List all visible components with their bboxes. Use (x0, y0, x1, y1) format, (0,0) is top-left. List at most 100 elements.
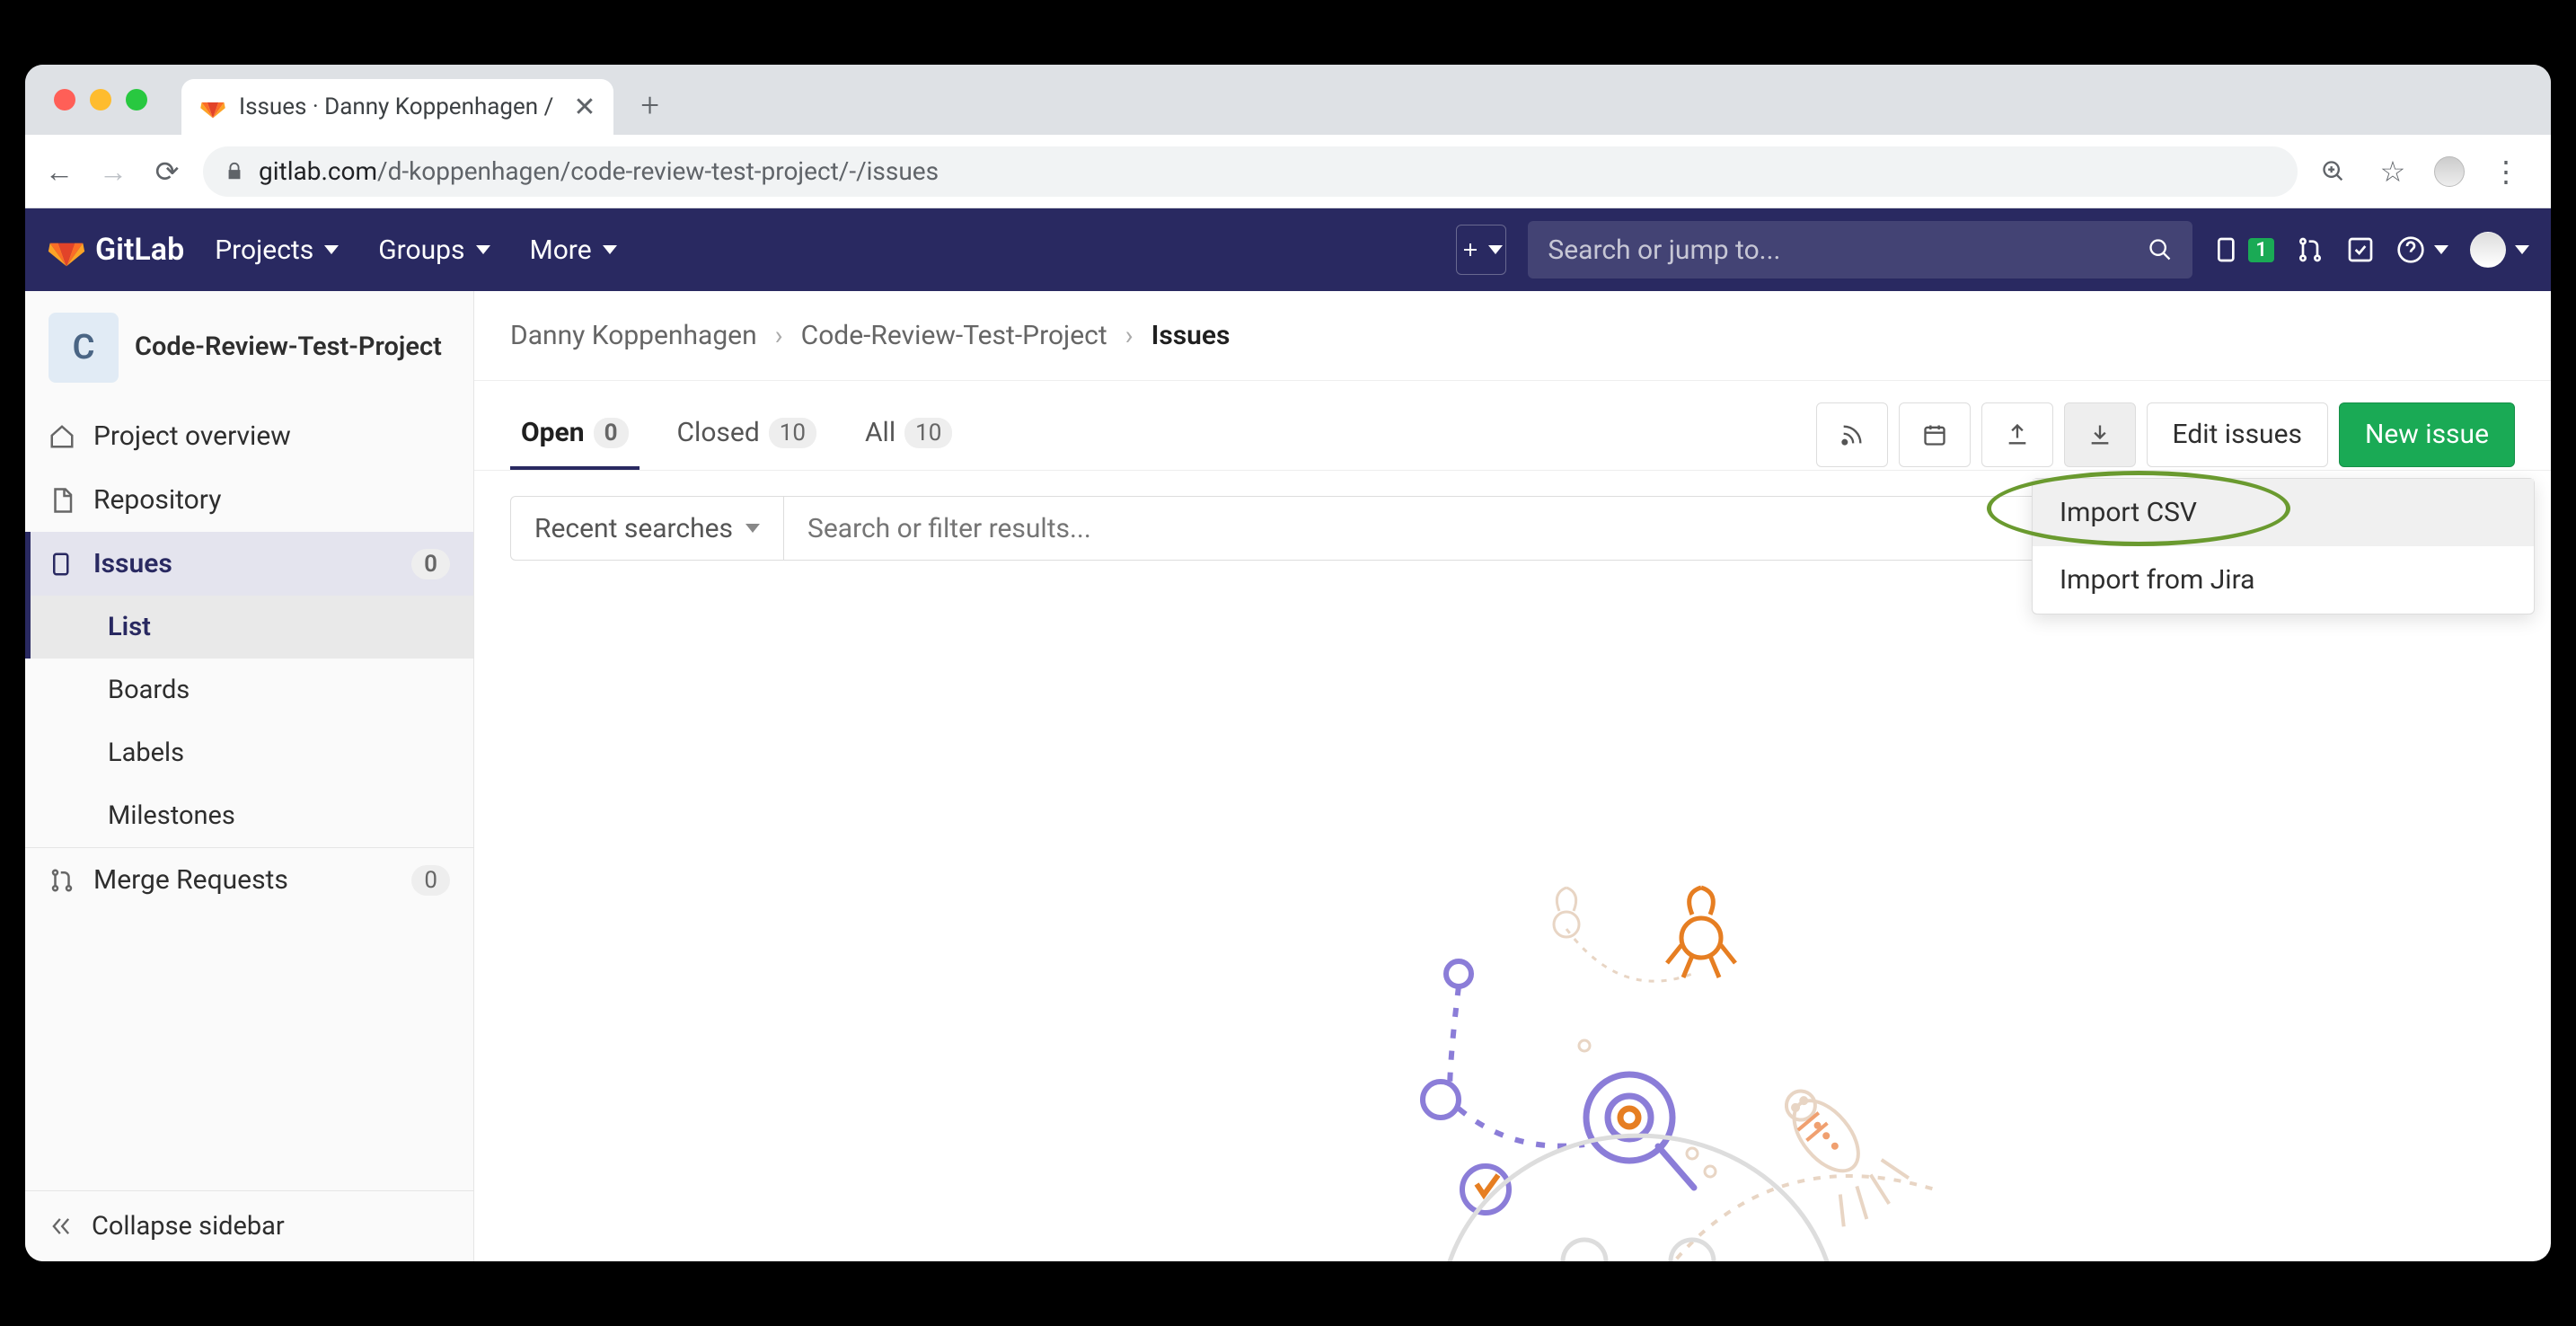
sidebar-item-merge-requests[interactable]: Merge Requests 0 (25, 847, 473, 912)
sidebar-count-badge: 0 (411, 549, 450, 579)
export-icon (2005, 422, 2030, 447)
sidebar-sub-milestones[interactable]: Milestones (25, 784, 473, 847)
sidebar-count-badge: 0 (411, 865, 450, 896)
new-button[interactable] (1456, 225, 1506, 275)
issues-icon (2214, 235, 2243, 264)
sidebar-item-issues[interactable]: Issues 0 (25, 532, 473, 596)
plus-icon (1460, 239, 1481, 261)
search-input[interactable] (1548, 234, 2135, 266)
sidebar-sub-labels[interactable]: Labels (25, 721, 473, 784)
page-body: C Code-Review-Test-Project Project overv… (25, 291, 2551, 1261)
gitlab-header: GitLab Projects Groups More 1 (25, 208, 2551, 291)
chevron-down-icon (324, 245, 339, 254)
new-tab-button[interactable]: + (640, 86, 658, 124)
import-jira-item[interactable]: Import from Jira (2033, 546, 2534, 614)
breadcrumb-page: Issues (1151, 320, 1231, 351)
header-issues-icon[interactable]: 1 (2214, 235, 2274, 264)
sidebar: C Code-Review-Test-Project Project overv… (25, 291, 474, 1261)
tab-open[interactable]: Open0 (510, 399, 640, 470)
avatar (2470, 232, 2506, 268)
forward-button[interactable]: → (95, 154, 131, 190)
browser-menu-icon[interactable]: ⋮ (2488, 154, 2524, 190)
calendar-icon (1922, 422, 1947, 447)
header-user-menu[interactable] (2470, 232, 2529, 268)
rss-button[interactable] (1816, 402, 1888, 467)
browser-profile-avatar[interactable] (2434, 156, 2465, 187)
tab-closed[interactable]: Closed10 (666, 399, 827, 470)
browser-window: Issues · Danny Koppenhagen / ✕ + ← → ⟳ g… (25, 65, 2551, 1261)
url-bar[interactable]: gitlab.com/d-koppenhagen/code-review-tes… (203, 146, 2298, 197)
nav-groups[interactable]: Groups (369, 234, 498, 266)
issues-toolbar: Open0 Closed10 All10 Edit issues New iss… (474, 381, 2551, 471)
tab-count-badge: 10 (769, 418, 816, 448)
gitlab-favicon-icon (199, 93, 226, 120)
new-issue-button[interactable]: New issue (2339, 402, 2515, 467)
rss-icon (1839, 422, 1865, 447)
browser-tab[interactable]: Issues · Danny Koppenhagen / ✕ (181, 79, 613, 135)
sidebar-item-label: Merge Requests (93, 864, 288, 896)
issue-state-tabs: Open0 Closed10 All10 (510, 399, 963, 470)
chevron-right-icon: › (775, 320, 783, 351)
address-bar: ← → ⟳ gitlab.com/d-koppenhagen/code-revi… (25, 135, 2551, 208)
collapse-sidebar-button[interactable]: Collapse sidebar (25, 1190, 473, 1261)
close-window-button[interactable] (54, 89, 75, 110)
project-avatar: C (49, 313, 119, 383)
merge-request-icon (2296, 235, 2325, 264)
gitlab-logo[interactable]: GitLab (47, 230, 184, 270)
search-icon (2148, 237, 2173, 262)
global-search[interactable] (1528, 221, 2192, 278)
reload-button[interactable]: ⟳ (149, 154, 185, 190)
sidebar-item-label: Issues (93, 548, 172, 579)
header-todos-icon[interactable] (2346, 235, 2375, 264)
url-text: gitlab.com/d-koppenhagen/code-review-tes… (259, 156, 939, 186)
import-icon (2087, 422, 2113, 447)
nav-projects[interactable]: Projects (206, 234, 348, 266)
nav-more[interactable]: More (521, 234, 626, 266)
sidebar-item-overview[interactable]: Project overview (25, 404, 473, 468)
tab-count-badge: 0 (594, 418, 629, 448)
collapse-icon (49, 1214, 74, 1239)
tab-count-badge: 10 (904, 418, 952, 448)
calendar-button[interactable] (1899, 402, 1971, 467)
chevron-down-icon (2434, 245, 2448, 254)
chevron-down-icon (603, 245, 617, 254)
home-icon (49, 423, 75, 450)
main-content: Danny Koppenhagen › Code-Review-Test-Pro… (474, 291, 2551, 1261)
file-icon (49, 487, 75, 514)
tab-strip: Issues · Danny Koppenhagen / ✕ + (25, 65, 2551, 135)
edit-issues-button[interactable]: Edit issues (2147, 402, 2328, 467)
header-help-icon[interactable] (2396, 235, 2448, 264)
chevron-right-icon: › (1125, 320, 1134, 351)
close-tab-icon[interactable]: ✕ (573, 92, 595, 123)
export-button[interactable] (1981, 402, 2053, 467)
header-merge-requests-icon[interactable] (2296, 235, 2325, 264)
zoom-icon[interactable] (2316, 154, 2351, 190)
window-controls (43, 65, 158, 135)
empty-state-illustration (1063, 866, 1962, 1261)
sidebar-item-label: Repository (93, 484, 221, 516)
breadcrumb-project[interactable]: Code-Review-Test-Project (801, 320, 1107, 351)
chevron-down-icon (2515, 245, 2529, 254)
minimize-window-button[interactable] (90, 89, 111, 110)
sidebar-sub-list[interactable]: List (25, 596, 473, 659)
issues-icon (49, 551, 75, 578)
breadcrumb-owner[interactable]: Danny Koppenhagen (510, 320, 757, 351)
tab-all[interactable]: All10 (854, 399, 963, 470)
todo-icon (2346, 235, 2375, 264)
maximize-window-button[interactable] (126, 89, 147, 110)
issues-count-badge: 1 (2248, 238, 2274, 262)
recent-searches-button[interactable]: Recent searches (511, 497, 784, 560)
gitlab-logo-icon (47, 230, 86, 270)
sidebar-sub-boards[interactable]: Boards (25, 659, 473, 721)
back-button[interactable]: ← (41, 154, 77, 190)
chevron-down-icon (1488, 245, 1503, 254)
tab-title: Issues · Danny Koppenhagen / (239, 93, 553, 120)
lock-icon (225, 162, 244, 181)
import-csv-item[interactable]: Import CSV (2033, 479, 2534, 546)
breadcrumb: Danny Koppenhagen › Code-Review-Test-Pro… (474, 291, 2551, 381)
sidebar-item-repository[interactable]: Repository (25, 468, 473, 532)
import-button[interactable] (2064, 402, 2136, 467)
sidebar-project[interactable]: C Code-Review-Test-Project (25, 291, 473, 404)
sidebar-item-label: Project overview (93, 420, 291, 452)
bookmark-icon[interactable]: ☆ (2375, 154, 2411, 190)
